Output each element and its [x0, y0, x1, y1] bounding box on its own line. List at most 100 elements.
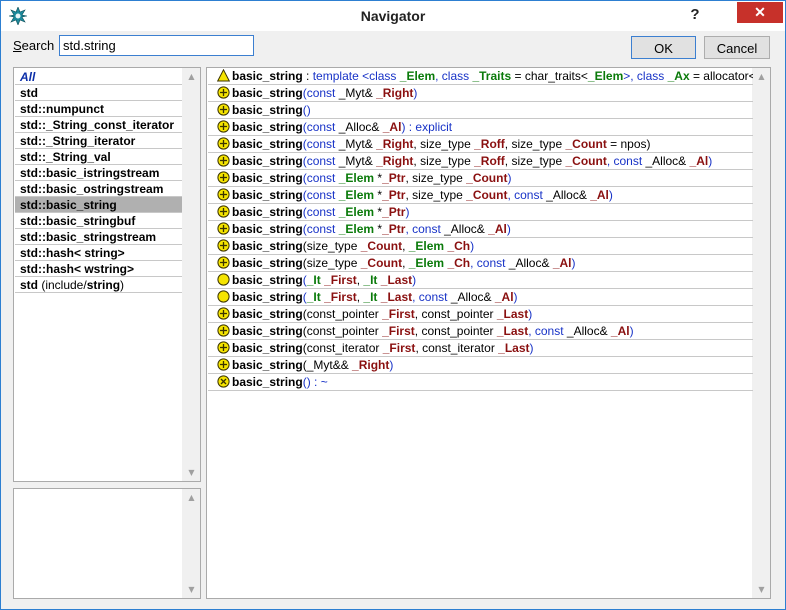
signature-token: _Myt&: [338, 137, 377, 151]
namespace-list[interactable]: ▲ ▼ All std std::numpunct std::_String_cons…: [13, 67, 201, 482]
signature-token: _It: [363, 290, 378, 304]
signature-token: _Ptr: [382, 188, 406, 202]
member-row[interactable]: basic_string(const _Elem *_Ptr, size_typ…: [208, 187, 753, 204]
cancel-button[interactable]: Cancel: [704, 36, 770, 59]
signature-token: _Al: [382, 120, 402, 134]
member-row[interactable]: basic_string(const _Elem *_Ptr, size_typ…: [208, 170, 753, 187]
close-button[interactable]: ✕: [737, 2, 783, 23]
signature-token: _Ax: [667, 69, 690, 83]
signature-token: *: [374, 205, 383, 219]
member-list[interactable]: ▲ ▼ basic_string : template <class _Elem…: [206, 67, 771, 599]
public-method-icon: [217, 341, 230, 354]
detail-pane-scrollbar[interactable]: ▲ ▼: [182, 489, 200, 598]
signature-token: _Last: [380, 290, 413, 304]
signature-token: _Right: [376, 137, 414, 151]
public-method-icon: [217, 171, 230, 184]
member-row[interactable]: basic_string(const _Myt& _Right, size_ty…: [208, 136, 753, 153]
signature-token: _Al: [552, 256, 572, 270]
scroll-down-arrow-icon[interactable]: ▼: [183, 581, 200, 598]
help-button[interactable]: ?: [678, 3, 712, 27]
namespace-item[interactable]: std::basic_istringstream: [15, 165, 182, 181]
member-row[interactable]: basic_string(const_pointer _First, const…: [208, 323, 753, 340]
signature-token: , size_type: [405, 188, 467, 202]
namespace-list-scrollbar[interactable]: ▲ ▼: [182, 68, 200, 481]
public-method-icon: [217, 188, 230, 201]
signature-token: , const: [405, 222, 445, 236]
signature-token: _It: [306, 273, 321, 287]
signature-token: , size_type: [504, 137, 566, 151]
member-row[interactable]: basic_string(const_iterator _First, cons…: [208, 340, 753, 357]
signature-token: ): [405, 205, 410, 219]
signature-token: _Last: [498, 341, 530, 355]
member-row[interactable]: basic_string(const _Elem *_Ptr, const _A…: [208, 221, 753, 238]
member-row[interactable]: basic_string(const _Elem *_Ptr): [208, 204, 753, 221]
namespace-item[interactable]: std::_String_iterator: [15, 133, 182, 149]
signature-token: _Right: [376, 86, 414, 100]
member-row[interactable]: basic_string(_It _First, _It _Last): [208, 272, 753, 289]
namespace-item[interactable]: std::_String_const_iterator: [15, 117, 182, 133]
namespace-item-label: std::basic_string: [20, 198, 117, 212]
scroll-down-arrow-icon[interactable]: ▼: [753, 581, 770, 598]
search-input[interactable]: [59, 35, 254, 56]
member-signature: basic_string(size_type _Count, _Elem _Ch…: [232, 255, 576, 271]
signature-token: _Alloc&: [566, 324, 611, 338]
signature-token: basic_string: [232, 358, 303, 372]
namespace-item[interactable]: std::basic_stringstream: [15, 229, 182, 245]
template-method-icon: [217, 273, 230, 286]
destructor-icon: [217, 375, 230, 388]
member-row[interactable]: basic_string() : ~: [208, 374, 753, 391]
signature-token: _Alloc&: [645, 154, 690, 168]
namespace-item-label: std: [20, 86, 38, 100]
scroll-up-arrow-icon[interactable]: ▲: [753, 68, 770, 85]
member-row[interactable]: basic_string(const _Alloc& _Al) : explic…: [208, 119, 753, 136]
member-row[interactable]: basic_string(): [208, 102, 753, 119]
namespace-item[interactable]: std::basic_string: [15, 197, 182, 213]
signature-token: , const: [507, 188, 547, 202]
signature-token: basic_string: [232, 256, 303, 270]
signature-token: _Roff: [474, 137, 505, 151]
namespace-item[interactable]: std::basic_ostringstream: [15, 181, 182, 197]
namespace-item[interactable]: std::hash< wstring>: [15, 261, 182, 277]
namespace-item[interactable]: std (include/string): [15, 277, 182, 293]
signature-token: basic_string: [232, 239, 303, 253]
signature-token: basic_string: [232, 188, 303, 202]
member-signature: basic_string(_It _First, _It _Last, cons…: [232, 289, 518, 305]
signature-token: _First: [382, 324, 415, 338]
member-row[interactable]: basic_string : template <class _Elem, cl…: [208, 68, 753, 85]
namespace-item[interactable]: std::numpunct: [15, 101, 182, 117]
namespace-item-label: std::basic_stringstream: [20, 230, 157, 244]
member-signature: basic_string(): [232, 102, 311, 118]
scroll-up-arrow-icon[interactable]: ▲: [183, 489, 200, 506]
member-signature: basic_string(const _Myt& _Right, size_ty…: [232, 136, 651, 152]
scroll-up-arrow-icon[interactable]: ▲: [183, 68, 200, 85]
scroll-down-arrow-icon[interactable]: ▼: [183, 464, 200, 481]
member-row[interactable]: basic_string(size_type _Count, _Elem _Ch…: [208, 238, 753, 255]
signature-token: _Count: [466, 171, 508, 185]
member-row[interactable]: basic_string(const _Myt& _Right, size_ty…: [208, 153, 753, 170]
namespace-item-label: std::hash< wstring>: [20, 262, 135, 276]
signature-token: , const: [470, 256, 509, 270]
member-row[interactable]: basic_string(_Myt&& _Right): [208, 357, 753, 374]
signature-token: basic_string: [232, 222, 303, 236]
signature-token: basic_string: [232, 375, 303, 389]
member-list-scrollbar[interactable]: ▲ ▼: [752, 68, 770, 598]
member-row[interactable]: basic_string(const _Myt& _Right): [208, 85, 753, 102]
member-row[interactable]: basic_string(size_type _Count, _Elem _Ch…: [208, 255, 753, 272]
signature-token: _Elem: [338, 205, 375, 219]
signature-token: (const_pointer: [302, 307, 383, 321]
namespace-item[interactable]: std::hash< string>: [15, 245, 182, 261]
signature-token: basic_string: [232, 154, 303, 168]
ok-button[interactable]: OK: [631, 36, 696, 59]
signature-token: _Al: [689, 154, 709, 168]
namespace-item[interactable]: std: [15, 85, 182, 101]
signature-token: (const: [302, 222, 339, 236]
member-row[interactable]: basic_string(const_pointer _First, const…: [208, 306, 753, 323]
namespace-item[interactable]: std::basic_stringbuf: [15, 213, 182, 229]
signature-token: ): [608, 188, 613, 202]
signature-token: basic_string: [232, 290, 303, 304]
namespace-item[interactable]: std::_String_val: [15, 149, 182, 165]
signature-token: _Count: [360, 239, 403, 253]
signature-token: _Count: [466, 188, 508, 202]
member-row[interactable]: basic_string(_It _First, _It _Last, cons…: [208, 289, 753, 306]
namespace-item[interactable]: All: [15, 69, 182, 85]
